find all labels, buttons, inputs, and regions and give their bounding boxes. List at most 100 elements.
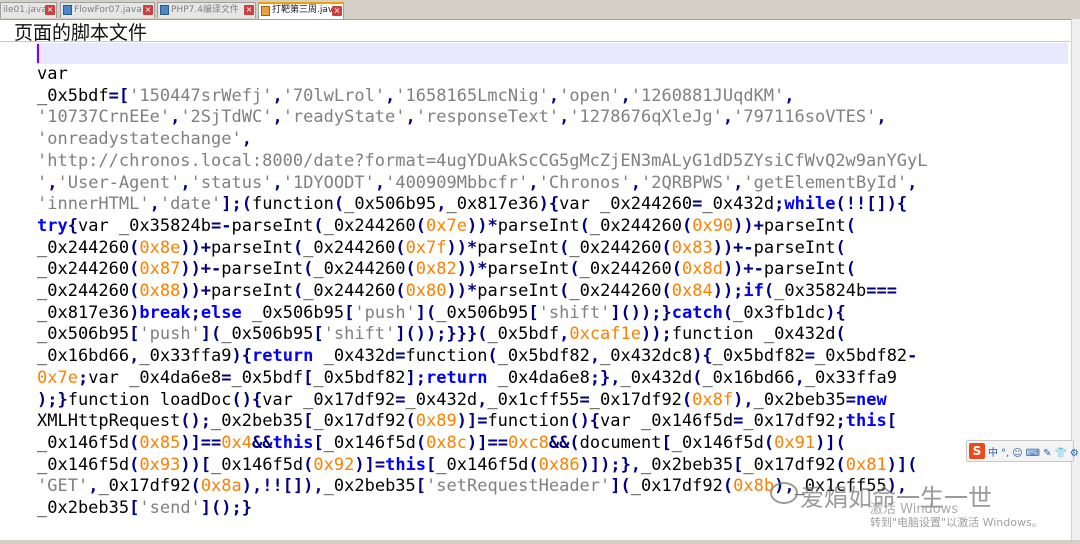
code-token: [ — [344, 302, 355, 323]
code-token: , — [385, 85, 396, 106]
tab-bar: ile01.java × FlowFor07.java × PHP7.4编译文件… — [0, 0, 1080, 20]
tab-label: FlowFor07.java — [74, 5, 142, 15]
code-token: 'innerHTML' — [37, 194, 150, 215]
code-token: ( — [405, 411, 416, 432]
code-token: 'http://chronos.local:8000/date?format=4… — [37, 150, 928, 171]
code-token: ; — [835, 411, 846, 432]
code-token: [ — [415, 476, 427, 497]
code-token: [ — [129, 324, 140, 345]
code-line: var — [37, 64, 1070, 86]
code-token: 0x8d — [681, 259, 723, 280]
code-token: 0xcaf1e — [569, 324, 641, 345]
code-token: parseInt — [763, 215, 846, 236]
ime-toolbar[interactable]: S 中 °, ☺ ⌨ ✎ 👕 ⚙ — [966, 440, 1079, 462]
code-token: '400909Mbbcfr' — [385, 172, 529, 193]
code-token: 'setRequestHeader' — [426, 476, 611, 497]
ime-toolbar-item[interactable]: 中 — [988, 448, 998, 459]
code-token: 'shift' — [323, 324, 396, 345]
code-token: ))* — [446, 281, 478, 302]
code-token: - — [907, 346, 918, 367]
code-token: , — [722, 107, 734, 128]
code-token: var — [37, 64, 68, 84]
code-token: _0x17df92 — [630, 476, 723, 497]
code-token: _0x506b95 — [241, 302, 345, 323]
code-token: ]());} — [610, 302, 672, 323]
code-token: ))* — [466, 215, 498, 236]
code-token: =- — [211, 215, 232, 236]
code-token: return — [251, 346, 314, 367]
code-token: ];( — [221, 194, 252, 215]
code-token: &&( — [548, 432, 580, 453]
code-token: 0xc8 — [507, 432, 549, 453]
close-icon[interactable]: × — [45, 5, 55, 15]
code-token: _0x5bdf82 — [815, 346, 908, 367]
code-token: try — [37, 215, 68, 236]
code-token: _0x244260 — [569, 281, 662, 302]
code-token: ( — [722, 302, 734, 323]
code-editor[interactable]: var _0x5bdf=['150447srWefj','70lwLrol','1… — [37, 64, 1070, 520]
code-token: _0x146f5d — [37, 432, 130, 453]
code-token: ( — [559, 281, 570, 302]
code-token: _0x146f5d — [37, 454, 130, 475]
code-token: function — [251, 194, 334, 215]
code-token: ( — [559, 237, 570, 258]
code-token: 0x89 — [415, 411, 457, 432]
tab-ile01[interactable]: ile01.java × — [0, 2, 57, 18]
code-token: function — [487, 411, 570, 432]
ime-toolbar-item[interactable]: °, — [1001, 448, 1009, 459]
code-token: '150447srWefj' — [129, 85, 273, 106]
code-token: '1658165LmcNig' — [395, 85, 549, 106]
code-token: 0x8b — [733, 476, 775, 497]
ime-toolbar-item[interactable]: ✎ — [1043, 448, 1051, 459]
close-icon[interactable]: × — [244, 5, 254, 15]
code-token: _0x33ffa9 — [139, 346, 232, 367]
code-token: _0x244260 — [37, 237, 130, 258]
code-token: ( — [333, 194, 345, 215]
tab-flowfor07[interactable]: FlowFor07.java × — [60, 2, 155, 18]
code-token: ]; — [405, 367, 427, 388]
code-token: (); — [180, 411, 212, 432]
code-token: , — [170, 107, 181, 128]
code-token: 0x7f — [405, 237, 447, 258]
ime-toolbar-item[interactable]: ⚙ — [1070, 448, 1079, 459]
code-token: ( — [845, 259, 857, 280]
code-line: 'innerHTML','date'];(function(_0x506b95,… — [37, 194, 1070, 216]
code-token: = — [221, 367, 232, 388]
code-token: ( — [722, 476, 734, 497]
sogou-logo-icon[interactable]: S — [969, 443, 985, 459]
code-token: =[ — [108, 85, 130, 106]
code-token: ( — [835, 454, 846, 475]
tab-php74[interactable]: PHP7.4编译文件 × — [157, 2, 256, 18]
code-line: _0x146f5d(0x85)]==0x4&&this[_0x146f5d(0x… — [37, 433, 1070, 455]
code-token: , — [559, 324, 570, 345]
wechat-watermark-icon — [770, 482, 798, 504]
close-icon[interactable]: × — [332, 6, 342, 16]
code-token: ( — [528, 454, 539, 475]
code-token: 0x4 — [221, 432, 252, 453]
code-token: _0x17df92 — [98, 476, 191, 497]
code-token: parseInt — [211, 281, 293, 302]
code-token: && — [252, 432, 273, 453]
code-token: _0x17df92 — [589, 389, 682, 410]
code-token: 0x8e — [139, 237, 181, 258]
code-token: , — [272, 107, 283, 128]
code-token: ; — [77, 367, 89, 388]
code-token: 0x92 — [313, 454, 355, 475]
code-token: )]= — [456, 411, 488, 432]
code-token: , — [876, 107, 887, 128]
close-icon[interactable]: × — [143, 5, 153, 15]
code-token: ))+ — [180, 281, 212, 302]
code-token: ( — [313, 215, 324, 236]
ime-toolbar-item[interactable]: ⌨ — [1026, 448, 1040, 459]
code-token: , — [559, 107, 570, 128]
vertical-scrollbar[interactable] — [1071, 19, 1080, 544]
ime-toolbar-item[interactable]: ☺ — [1012, 448, 1022, 459]
code-token: 0x84 — [671, 281, 713, 302]
code-token: , — [528, 172, 539, 193]
code-line: _0x506b95['push'](_0x506b95['shift']());… — [37, 324, 1070, 346]
code-token: _0x17df92 — [743, 411, 836, 432]
code-token: parseInt — [753, 237, 836, 258]
ime-toolbar-item[interactable]: 👕 — [1054, 448, 1066, 459]
tab-active-file[interactable]: 打靶第三周.java × — [258, 2, 344, 19]
code-token: ]());}}}( — [395, 324, 488, 345]
